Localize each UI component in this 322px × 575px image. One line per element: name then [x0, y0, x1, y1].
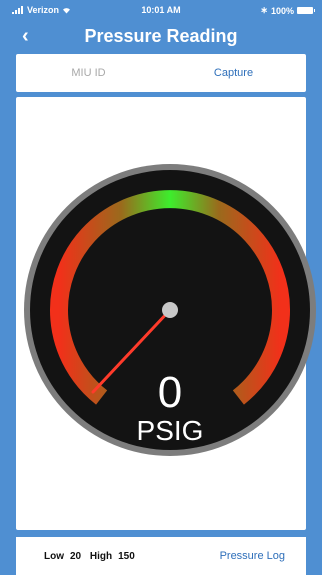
battery-icon	[297, 7, 315, 14]
pressure-limits: Low 20 High 150	[44, 551, 141, 562]
status-right: ∗ 100%	[260, 5, 315, 16]
high-value: 150	[118, 551, 135, 562]
status-bar: Verizon 10:01 AM ∗ 100%	[0, 0, 322, 20]
gauge-unit: PSIG	[137, 415, 204, 446]
bluetooth-icon: ∗	[260, 5, 268, 15]
nav-bar: ‹ Pressure Reading	[0, 20, 322, 54]
pressure-gauge: 0 PSIG	[24, 164, 316, 456]
low-value: 20	[70, 551, 82, 562]
low-label: Low	[44, 551, 64, 562]
footer-bar: Low 20 High 150 Pressure Log	[16, 537, 306, 575]
tab-miu-id[interactable]: MIU ID	[16, 54, 161, 92]
gauge-value: 0	[158, 368, 182, 417]
high-label: High	[89, 551, 113, 562]
page-title: Pressure Reading	[84, 26, 238, 46]
pressure-log-link[interactable]: Pressure Log	[220, 550, 285, 562]
segmented-control: MIU ID Capture	[16, 54, 306, 92]
gauge-hub	[162, 302, 178, 318]
tab-capture[interactable]: Capture	[161, 54, 306, 92]
battery-percent: 100%	[270, 5, 294, 16]
